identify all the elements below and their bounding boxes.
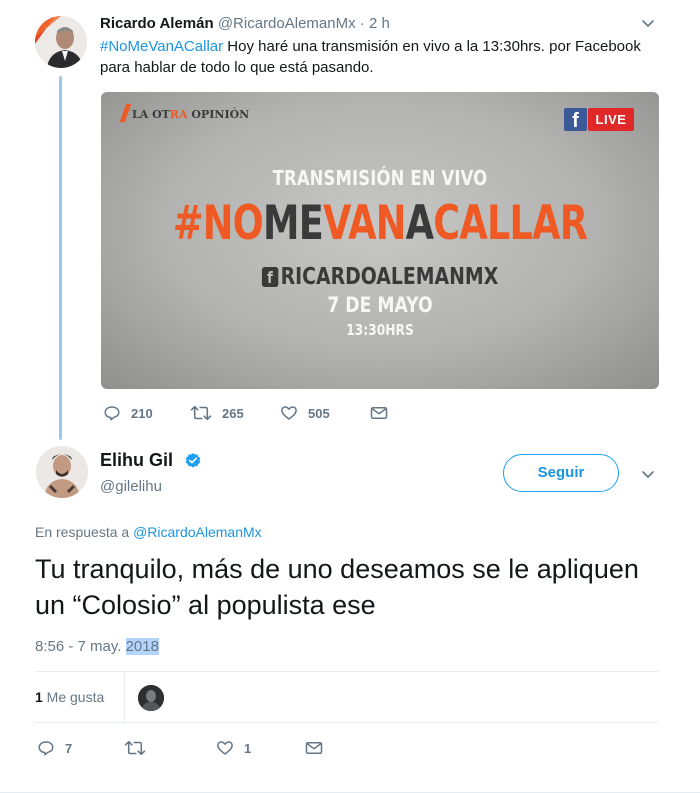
tweet-timestamp[interactable]: 8:56 - 7 may. 2018 [35,638,159,655]
retweet-icon [124,740,146,756]
avatar[interactable] [35,16,87,68]
verified-badge-icon [185,453,201,468]
like-button[interactable]: 1 [216,739,251,757]
likes-count: 1 [35,689,43,705]
timestamp-text: 8:56 - 7 may. [35,638,126,655]
heart-icon [281,406,297,420]
envelope-icon [370,407,388,419]
retweet-count: 265 [222,405,244,421]
user-photo-icon [36,446,88,498]
thread-connector-line [59,76,62,440]
tweet-text: Tu tranquilo, más de uno deseamos se le … [35,554,639,620]
media-date: 7 DE MAYO [327,293,433,317]
author-handle[interactable]: @gilelihu [100,478,162,495]
tweet-header: Ricardo Alemán @RicardoAlemanMx · 2 h [100,14,390,33]
retweet-button[interactable]: 265 [190,404,244,422]
reply-prefix: En respuesta a [35,524,134,540]
follow-button[interactable]: Seguir [503,454,619,492]
author-name[interactable]: Elihu Gil [100,450,173,471]
facebook-icon: f [564,108,587,132]
chevron-down-icon[interactable] [640,15,656,31]
reply-icon [38,741,54,756]
reply-button[interactable]: 210 [103,404,153,422]
direct-message-button[interactable] [370,405,388,421]
reply-icon [104,406,120,421]
like-count: 1 [244,740,252,756]
reply-context: En respuesta a @RicardoAlemanMx [35,524,262,540]
likes-summary[interactable]: 1 Me gusta [35,689,104,705]
reply-count: 7 [65,740,73,756]
author-handle[interactable]: @RicardoAlemanMx [218,15,356,32]
user-photo-icon [138,685,164,711]
like-button[interactable]: 505 [280,404,330,422]
facebook-icon: f [261,267,279,287]
liker-avatar[interactable] [138,685,164,711]
direct-message-button[interactable] [305,740,323,756]
media-brand-logo: LA OTRA OPINIÓN [119,104,249,122]
reply-count: 210 [131,405,153,421]
heart-icon [217,741,233,755]
avatar[interactable] [36,446,88,498]
reply-button[interactable]: 7 [37,739,72,757]
media-subtitle: TRANSMISIÓN EN VIVO [272,166,488,190]
timestamp-year: 2018 [125,638,159,655]
author-name[interactable]: Ricardo Alemán [100,15,214,32]
reply-to-link[interactable]: @RicardoAlemanMx [133,524,262,540]
media-facebook-handle: f RICARDOALEMANMX [151,264,609,290]
live-badge: LIVE [588,108,634,131]
retweet-button[interactable] [124,739,156,757]
likes-label: Me gusta [42,689,105,705]
hashtag-link[interactable]: #NoMeVanACallar [100,38,223,55]
tweet-time[interactable]: · 2 h [360,15,390,32]
tweet-text: #NoMeVanACallar Hoy haré una transmisión… [100,36,660,78]
divider [35,722,658,723]
like-count: 505 [308,405,330,421]
divider [124,672,125,722]
media-title: #NOMEVANACALLAR [172,196,588,251]
tweet-media-image[interactable]: LA OTRA OPINIÓN f LIVE TRANSMISIÓN EN VI… [101,92,659,389]
retweet-icon [190,405,212,421]
user-photo-icon [35,16,87,68]
divider [35,671,658,672]
media-time: 13:30HRS [346,321,414,339]
envelope-icon [305,742,323,754]
chevron-down-icon[interactable] [640,466,656,482]
